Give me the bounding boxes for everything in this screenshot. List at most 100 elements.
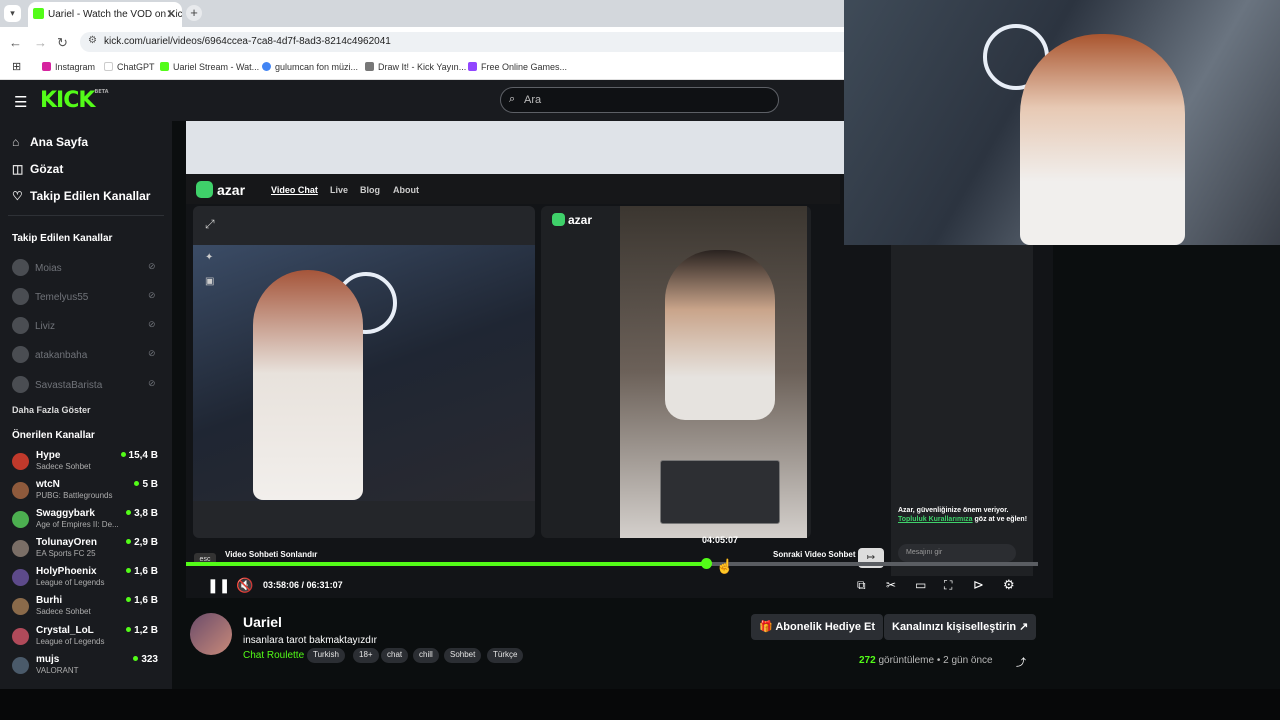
tag[interactable]: 18+ bbox=[353, 648, 379, 663]
share-icon[interactable]: ⤴ bbox=[1016, 654, 1026, 669]
followed-channel[interactable]: Liviz ⊘ bbox=[12, 317, 172, 334]
miniplayer-button[interactable]: ⧉ bbox=[857, 577, 866, 593]
offline-icon: ⊘ bbox=[148, 290, 156, 300]
avatar bbox=[12, 288, 29, 305]
seek-progress bbox=[186, 562, 706, 566]
recommended-channel[interactable]: Crystal_LoL League of Legends 1,2 B bbox=[12, 625, 162, 651]
mute-button[interactable]: 🔇 bbox=[236, 577, 253, 593]
bookmark-chatgpt[interactable]: ChatGPT bbox=[104, 62, 155, 72]
show-more-button[interactable]: Daha Fazla Göster bbox=[12, 405, 91, 415]
tag[interactable]: Türkçe bbox=[487, 648, 524, 663]
apps-icon[interactable]: ⊞ bbox=[12, 60, 21, 73]
kick-logo[interactable]: KICKBETA bbox=[40, 88, 109, 113]
viewer-count: 5 B bbox=[134, 479, 158, 490]
active-tab[interactable]: Uariel - Watch the VOD on Kick ✕ bbox=[28, 2, 182, 27]
recommended-channel[interactable]: TolunayOren EA Sports FC 25 2,9 B bbox=[12, 537, 162, 563]
viewer-count: 1,2 B bbox=[126, 625, 158, 636]
new-tab-button[interactable]: + bbox=[186, 5, 202, 21]
recommended-channel[interactable]: HolyPhoenix League of Legends 1,6 B bbox=[12, 566, 162, 592]
azar-watermark: azar bbox=[552, 213, 592, 227]
recommended-channel[interactable]: Swaggybark Age of Empires II: De... 3,8 B bbox=[12, 508, 162, 534]
bookmark-instagram[interactable]: Instagram bbox=[42, 62, 95, 72]
bookmark-drawit[interactable]: Draw It! - Kick Yayın... bbox=[365, 62, 466, 72]
mouse-cursor-icon: ☝ bbox=[716, 558, 734, 574]
back-icon[interactable]: ← bbox=[9, 35, 22, 50]
viewer-count: 1,6 B bbox=[126, 566, 158, 577]
azar-nav-about: About bbox=[393, 185, 419, 195]
webcam-streamer-figure bbox=[1020, 34, 1185, 245]
sidebar-item-home[interactable]: ⌂ Ana Sayfa bbox=[12, 135, 88, 149]
search-icon: ⌕ bbox=[509, 93, 516, 105]
pause-button[interactable]: ❚❚ bbox=[207, 577, 230, 593]
expand-icon: ⤢ bbox=[205, 217, 215, 231]
community-rules-link: Topluluk Kurallarımıza bbox=[898, 516, 973, 523]
theater-mode-button[interactable]: ▭ bbox=[915, 577, 926, 593]
bookmark-games[interactable]: Free Online Games... bbox=[468, 62, 567, 72]
avatar bbox=[12, 482, 29, 499]
azar-safety-notice: Azar, güvenliğinize önem veriyor. Toplul… bbox=[898, 507, 1028, 523]
sparkle-icon: ✦ bbox=[205, 252, 214, 263]
playback-speed-button[interactable]: ⊳ bbox=[973, 577, 984, 593]
azar-nav-video-chat: Video Chat bbox=[271, 185, 318, 195]
tag[interactable]: chat bbox=[381, 648, 409, 663]
customize-channel-button[interactable]: Kanalınızı kişiselleştirin ↗ bbox=[884, 614, 1037, 640]
recommended-channel[interactable]: Hype Sadece Sohbet 15,4 B bbox=[12, 450, 162, 476]
tag[interactable]: Turkish bbox=[307, 648, 345, 663]
avatar bbox=[12, 317, 29, 334]
category-link[interactable]: Chat Roulette bbox=[243, 650, 304, 661]
azar-logo-icon bbox=[196, 181, 213, 198]
sidebar: ⌂ Ana Sayfa ◫ Gözat ♡ Takip Edilen Kanallar… bbox=[0, 121, 172, 689]
close-tab-icon[interactable]: ✕ bbox=[166, 7, 176, 21]
bookmark-gulumcan[interactable]: gulumcan fon müzi... bbox=[262, 62, 358, 72]
sidebar-item-following[interactable]: ♡ Takip Edilen Kanallar bbox=[12, 189, 150, 203]
search-input[interactable]: ⌕ Ara bbox=[500, 87, 779, 113]
avatar bbox=[12, 511, 29, 528]
avatar bbox=[12, 376, 29, 393]
viewer-count: 1,6 B bbox=[126, 595, 158, 606]
tag[interactable]: Sohbet bbox=[444, 648, 482, 663]
avatar bbox=[12, 569, 29, 586]
recommended-channel[interactable]: wtcN PUBG: Battlegrounds 5 B bbox=[12, 479, 162, 505]
kick-favicon-icon bbox=[33, 8, 44, 19]
recommended-channel[interactable]: Burhi Sadece Sohbet 1,6 B bbox=[12, 595, 162, 621]
channel-avatar[interactable] bbox=[190, 613, 232, 655]
viewer-count: 323 bbox=[133, 654, 158, 665]
azar-nav-blog: Blog bbox=[360, 185, 380, 195]
followed-channel[interactable]: Moias ⊘ bbox=[12, 259, 172, 276]
clip-button[interactable]: ✂ bbox=[886, 577, 896, 593]
bookmark-uariel[interactable]: Uariel Stream - Wat... bbox=[160, 62, 259, 72]
seek-hover-time: 04:05:07 bbox=[702, 535, 739, 545]
stream-inner-browser bbox=[186, 121, 844, 174]
recommended-channel[interactable]: mujs VALORANT 323 bbox=[12, 654, 162, 680]
tab-search-button[interactable]: ▾ bbox=[4, 5, 21, 22]
forward-icon[interactable]: → bbox=[34, 35, 47, 50]
viewer-count: 2,9 B bbox=[126, 537, 158, 548]
gift-subscription-button[interactable]: 🎁 Abonelik Hediye Et bbox=[751, 614, 883, 640]
site-info-icon[interactable]: ⚙ bbox=[88, 35, 97, 46]
settings-icon[interactable]: ⚙ bbox=[1003, 577, 1015, 593]
viewer-count: 15,4 B bbox=[120, 450, 158, 461]
offline-icon: ⊘ bbox=[148, 319, 156, 329]
channel-name[interactable]: Uariel bbox=[243, 614, 282, 630]
offline-icon: ⊘ bbox=[148, 378, 156, 388]
offline-icon: ⊘ bbox=[148, 348, 156, 358]
gift-icon: 🎁 bbox=[759, 621, 773, 633]
followed-channel[interactable]: atakanbaha ⊘ bbox=[12, 346, 172, 363]
tag[interactable]: chill bbox=[413, 648, 439, 663]
sidebar-item-browse[interactable]: ◫ Gözat bbox=[12, 162, 63, 176]
followed-channel[interactable]: SavastaBarista ⊘ bbox=[12, 376, 172, 393]
end-chat-label: Video Sohbeti Sonlandır bbox=[225, 550, 318, 559]
reload-icon[interactable]: ↻ bbox=[57, 35, 68, 51]
avatar bbox=[12, 259, 29, 276]
fullscreen-button[interactable]: ⛶ bbox=[944, 577, 952, 593]
remote-person-figure bbox=[665, 250, 775, 420]
offline-icon: ⊘ bbox=[148, 261, 156, 271]
filter-icon: ▣ bbox=[205, 276, 215, 287]
followed-channel[interactable]: Temelyus55 ⊘ bbox=[12, 288, 172, 305]
avatar bbox=[12, 598, 29, 615]
seek-handle[interactable] bbox=[700, 558, 712, 569]
menu-icon[interactable]: ☰ bbox=[14, 93, 27, 111]
address-bar[interactable]: ⚙ kick.com/uariel/videos/6964ccea-7ca8-4… bbox=[80, 32, 844, 52]
azar-logo-icon bbox=[552, 213, 565, 226]
avatar bbox=[12, 628, 29, 645]
